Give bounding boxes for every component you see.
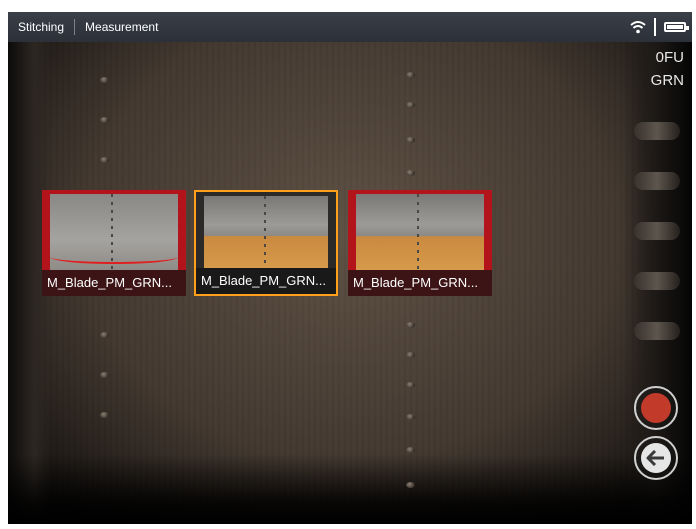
status-divider (654, 18, 656, 36)
thumbnail-label: M_Blade_PM_GRN... (42, 270, 186, 296)
measurement-curve (50, 250, 178, 264)
wifi-icon (630, 21, 646, 34)
rivet (100, 332, 109, 338)
device-screen: Stitching Measurement 0FU GRN M_Blade_PM… (8, 12, 692, 524)
rivet (100, 372, 109, 378)
thumbnail-image (204, 196, 328, 268)
bottom-edge-shadow (8, 454, 692, 524)
rivet (406, 322, 415, 328)
probe-info-line1: 0FU (655, 49, 684, 66)
battery-icon (664, 22, 689, 32)
record-button[interactable] (634, 386, 678, 430)
blade-ridge (634, 272, 680, 290)
record-icon (641, 393, 671, 423)
rivet (406, 170, 415, 176)
thumbnail-image (50, 194, 178, 270)
rivet (100, 77, 109, 83)
rivet (406, 137, 415, 143)
rivet (406, 447, 415, 453)
back-button[interactable] (634, 436, 678, 480)
tab-measurement[interactable]: Measurement (75, 12, 168, 42)
rivet (406, 414, 415, 420)
rivet (100, 117, 109, 123)
rivet (406, 72, 415, 78)
thumbnail-image (356, 194, 484, 270)
rivet (100, 412, 109, 418)
stitch-thumbnail[interactable]: M_Blade_PM_GRN... (42, 190, 186, 296)
blade-ridge (634, 122, 680, 140)
thumbnail-label: M_Blade_PM_GRN... (196, 268, 336, 294)
blade-ridge (634, 172, 680, 190)
rivet (100, 157, 109, 163)
top-bar: Stitching Measurement (8, 12, 692, 42)
blade-ridge (634, 322, 680, 340)
probe-info-line2: GRN (650, 72, 684, 89)
stitch-thumbnail-selected[interactable]: M_Blade_PM_GRN... (194, 190, 338, 296)
rivet (406, 352, 415, 358)
rivet-line (417, 194, 420, 270)
status-area (630, 12, 689, 42)
blade-ridge (634, 222, 680, 240)
back-arrow-icon (641, 443, 671, 473)
rivet (406, 382, 415, 388)
rivet (406, 482, 415, 488)
stitch-thumbnail[interactable]: M_Blade_PM_GRN... (348, 190, 492, 296)
rivet (406, 102, 415, 108)
thumbnail-label: M_Blade_PM_GRN... (348, 270, 492, 296)
tab-stitching[interactable]: Stitching (8, 12, 74, 42)
rivet-line (263, 196, 266, 268)
